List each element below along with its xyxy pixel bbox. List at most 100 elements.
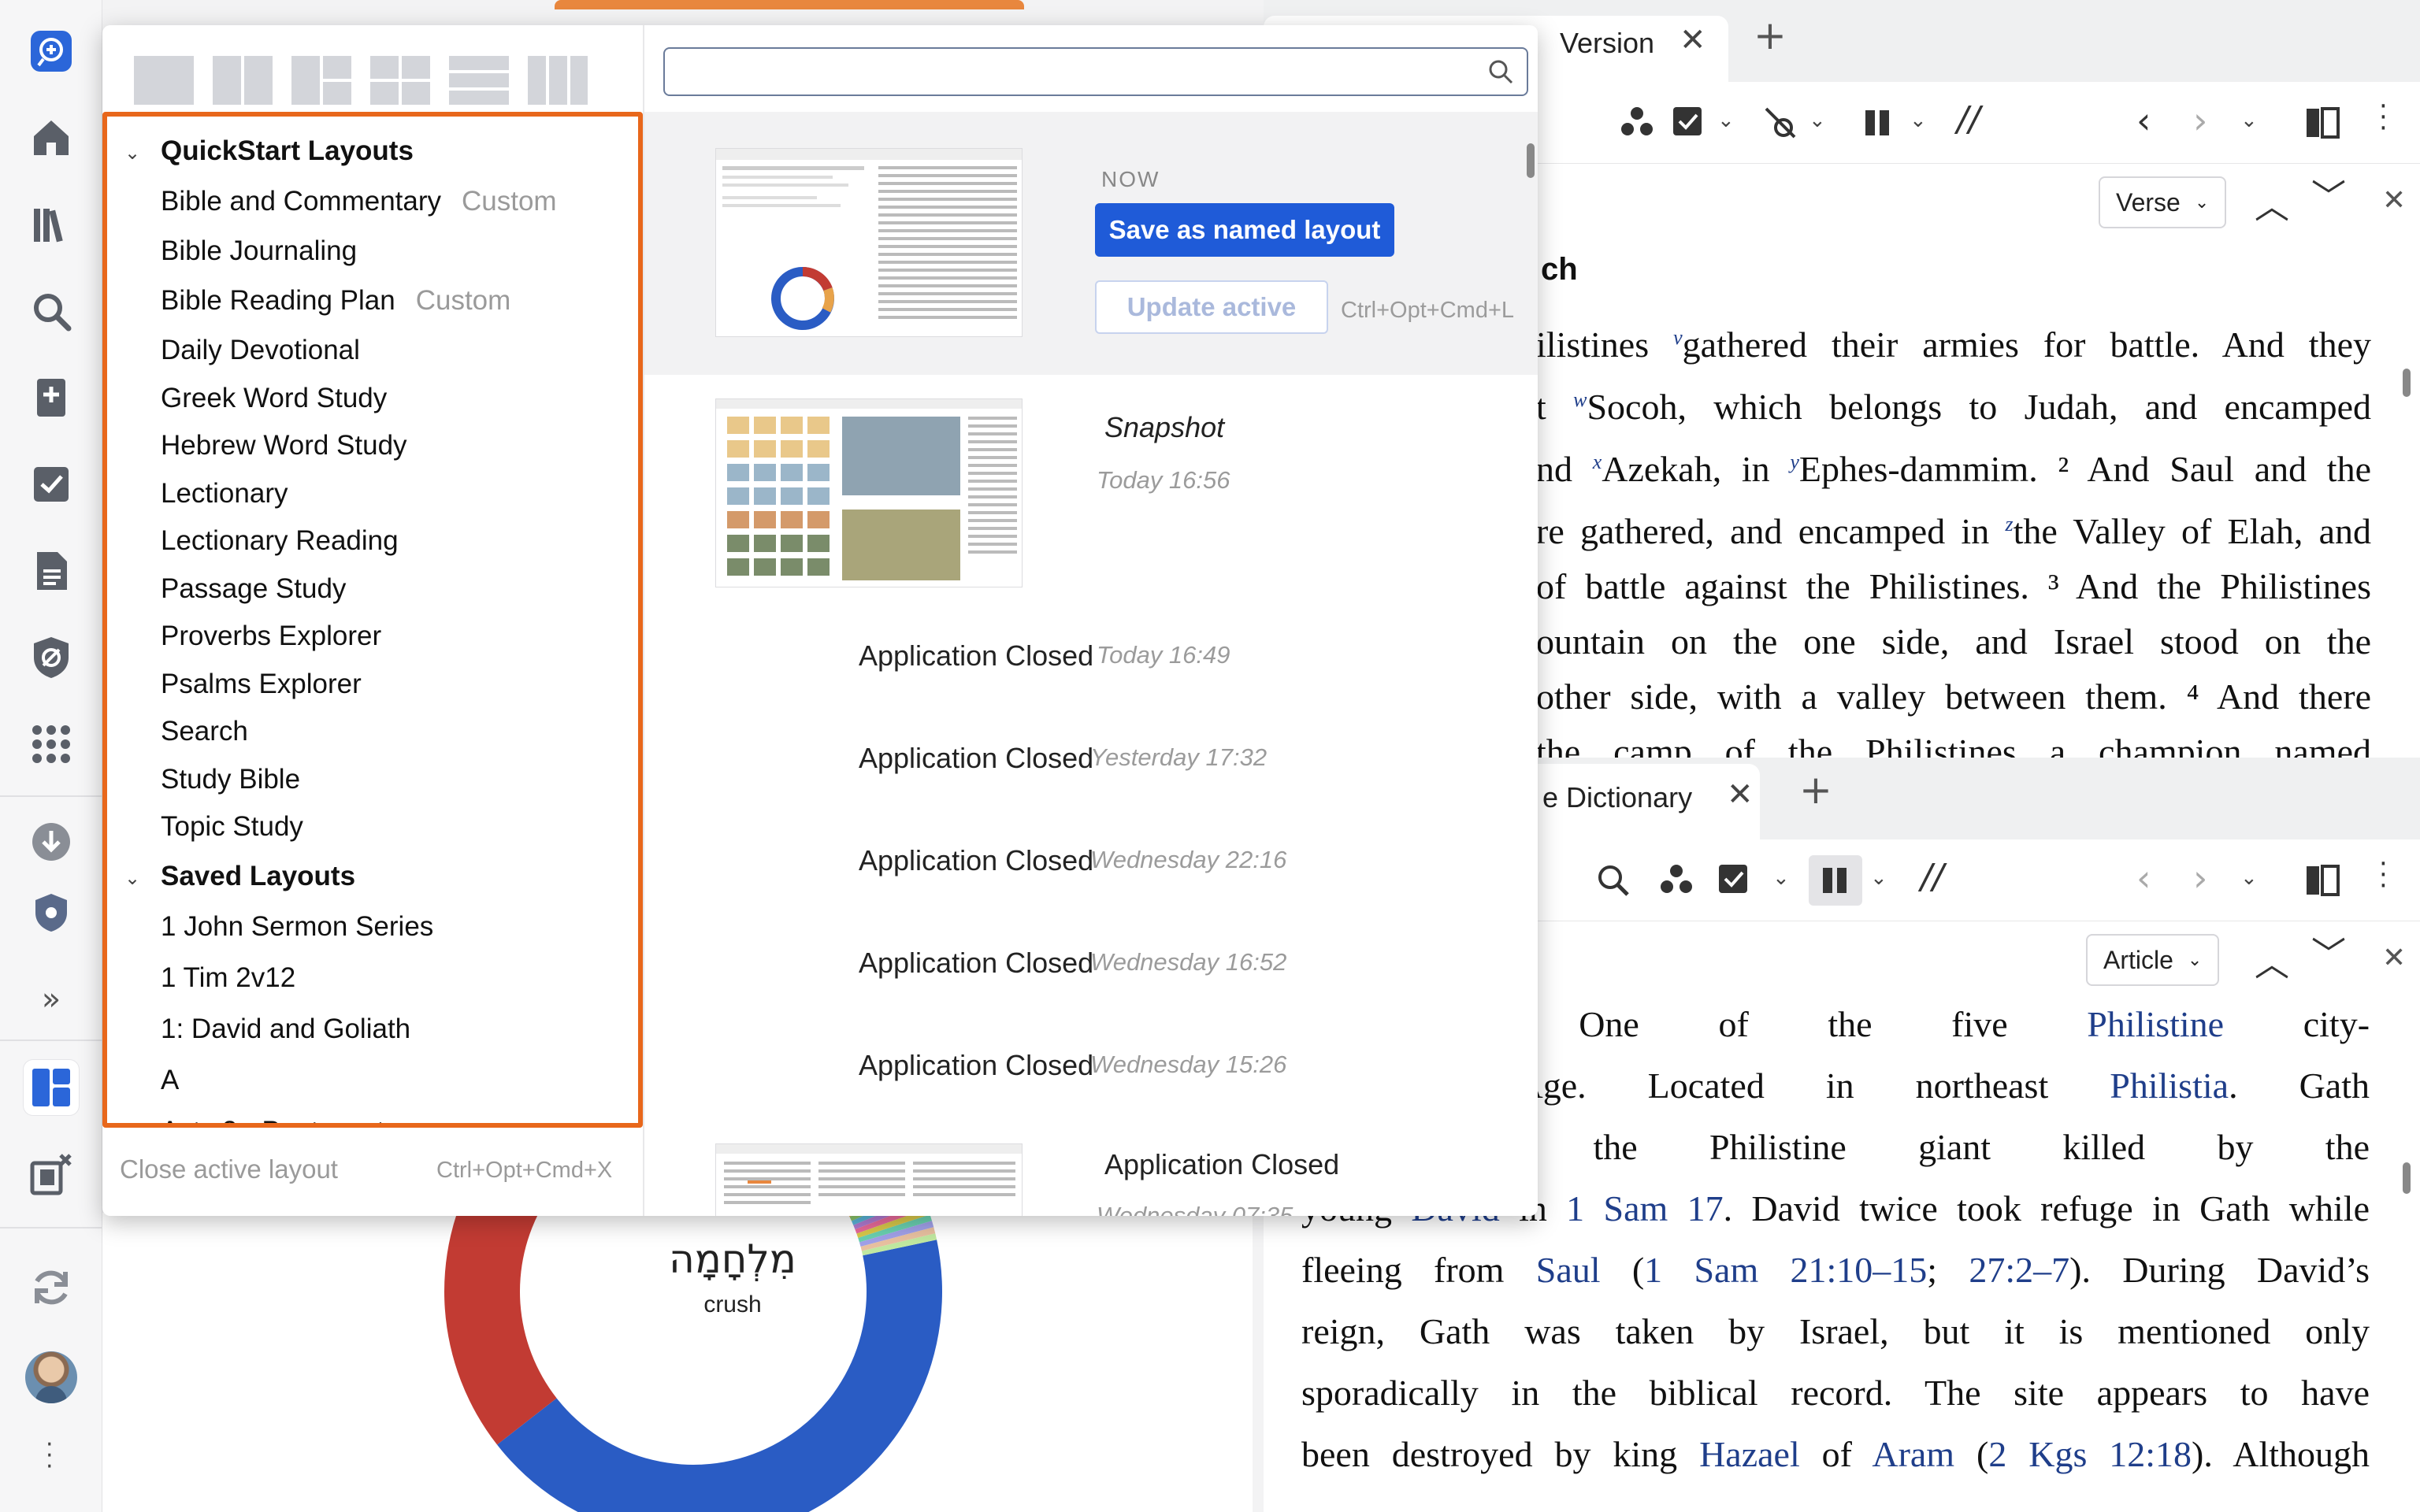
- history-row[interactable]: Application Closed Wednesday 16:52: [644, 918, 1538, 1021]
- layout-list-item[interactable]: 1 Tim 2v12: [161, 962, 295, 994]
- layout-list-item[interactable]: Greek Word Study: [161, 383, 387, 414]
- search-icon[interactable]: [1594, 862, 1632, 899]
- layout-four-pane-icon[interactable]: [369, 54, 432, 106]
- search-icon[interactable]: [24, 284, 79, 339]
- history-scrollbar[interactable]: [1527, 143, 1535, 178]
- visual-filter-icon[interactable]: [1618, 104, 1656, 142]
- notes-icon[interactable]: [24, 543, 79, 598]
- more-vertical-icon[interactable]: · · ·: [46, 1433, 54, 1479]
- history-row[interactable]: Application Closed Wednesday 22:16: [644, 816, 1538, 918]
- forward-icon[interactable]: ›: [2193, 99, 2207, 142]
- layout-list-item[interactable]: Study Bible: [161, 764, 300, 795]
- history-row[interactable]: Application Closed Wednesday 15:26: [644, 1021, 1538, 1123]
- close-tab-icon[interactable]: ✕: [1727, 776, 1754, 813]
- chevron-down-icon[interactable]: ⌄: [124, 867, 140, 889]
- layout-list-item[interactable]: Acts 2 - Pentecost: [161, 1116, 384, 1124]
- split-view-icon[interactable]: [2303, 862, 2341, 899]
- layout-list-item[interactable]: Lectionary Reading: [161, 525, 399, 557]
- layout-two-column-icon[interactable]: [211, 54, 274, 106]
- avatar[interactable]: [25, 1351, 77, 1403]
- shield-icon[interactable]: [24, 630, 79, 685]
- layouts-popover: ⌄ QuickStart Layouts Bible and Commentary C…: [102, 25, 1538, 1216]
- prev-result-icon[interactable]: ︿: [2255, 178, 2289, 228]
- article-dropdown[interactable]: Article ⌄: [2086, 934, 2220, 986]
- interlinear-icon[interactable]: //: [1957, 99, 1980, 139]
- layout-list-item[interactable]: Search: [161, 716, 248, 747]
- layout-list-item[interactable]: 1 John Sermon Series: [161, 911, 433, 943]
- layout-list-item[interactable]: Hebrew Word Study: [161, 430, 407, 461]
- verse-dropdown[interactable]: Verse ⌄: [2099, 176, 2227, 228]
- close-tab-icon[interactable]: ✕: [1680, 22, 1706, 58]
- layout-search[interactable]: [663, 47, 1528, 96]
- apps-grid-icon[interactable]: [24, 717, 79, 772]
- layout-three-column-icon[interactable]: [526, 54, 589, 106]
- layout-list-item[interactable]: Topic Study: [161, 811, 303, 843]
- history-label: Application Closed: [1104, 1148, 1340, 1180]
- history-row[interactable]: Application Closed Yesterday 17:32: [644, 713, 1538, 816]
- close-search-icon[interactable]: ✕: [2382, 942, 2406, 974]
- update-active-button[interactable]: Update active: [1095, 280, 1328, 334]
- scrollbar[interactable]: [2403, 1162, 2411, 1194]
- close-search-icon[interactable]: ✕: [2382, 184, 2406, 217]
- layout-list-item[interactable]: Proverbs Explorer: [161, 621, 381, 652]
- layout-templates: [132, 43, 589, 118]
- word-usage-donut: מִלְחָמָה crush: [102, 1213, 1253, 1512]
- interlinear-icon[interactable]: //: [1921, 857, 1944, 897]
- close-windows-icon[interactable]: [24, 1147, 79, 1202]
- history-time: Wednesday 22:16: [1090, 846, 1287, 873]
- layout-single-icon[interactable]: [132, 54, 195, 106]
- layouts-icon[interactable]: [24, 1060, 79, 1115]
- forward-icon[interactable]: ›: [2193, 857, 2207, 899]
- layout-list-item[interactable]: Bible and Commentary Custom: [161, 186, 557, 217]
- search-bubble-icon[interactable]: [24, 24, 79, 79]
- back-icon[interactable]: ‹: [2136, 99, 2151, 142]
- new-tab-icon[interactable]: +: [1754, 13, 1787, 58]
- layout-thumbnail[interactable]: [715, 398, 1023, 587]
- highlight-tool-icon[interactable]: [1761, 104, 1799, 142]
- layout-search-input[interactable]: [665, 49, 1527, 94]
- layout-list-item[interactable]: 1: David and Goliath: [161, 1014, 410, 1045]
- panel-menu-icon[interactable]: · · ·: [2379, 93, 2388, 142]
- settings-shield-icon[interactable]: [24, 885, 79, 940]
- layout-list-item[interactable]: Bible Journaling: [161, 235, 357, 267]
- layout-three-pane-icon[interactable]: [290, 54, 353, 106]
- add-document-icon[interactable]: [24, 370, 79, 425]
- checklist-tool-icon[interactable]: [1670, 104, 1708, 142]
- save-named-layout-button[interactable]: Save as named layout: [1095, 203, 1394, 257]
- checklist-icon[interactable]: [24, 457, 79, 512]
- scrollbar[interactable]: [2403, 369, 2411, 397]
- update-shortcut: Ctrl+Opt+Cmd+L: [1341, 298, 1515, 323]
- layout-list-item[interactable]: Passage Study: [161, 573, 346, 605]
- sync-icon[interactable]: [24, 1260, 79, 1315]
- history-row[interactable]: Snapshot Today 16:56: [644, 375, 1538, 611]
- new-tab-icon[interactable]: +: [1799, 767, 1832, 813]
- library-icon[interactable]: [24, 197, 79, 252]
- checklist-tool-icon[interactable]: [1716, 862, 1754, 899]
- history-row[interactable]: Application Closed Wednesday 07:35: [644, 1123, 1538, 1216]
- back-icon[interactable]: ‹: [2136, 857, 2151, 899]
- layout-thumbnail[interactable]: [715, 1143, 1023, 1216]
- layout-list-item[interactable]: Bible Reading Plan Custom: [161, 285, 510, 317]
- quickstart-header[interactable]: QuickStart Layouts: [161, 135, 414, 167]
- layout-list-item[interactable]: Daily Devotional: [161, 335, 360, 366]
- home-icon[interactable]: [24, 110, 79, 165]
- donut-slice[interactable]: [444, 1213, 557, 1445]
- layout-list-item[interactable]: Lectionary: [161, 478, 288, 510]
- layout-rows-icon[interactable]: [447, 54, 510, 106]
- parallel-icon[interactable]: [1859, 104, 1897, 142]
- panel-menu-icon[interactable]: · · ·: [2379, 850, 2388, 899]
- close-active-layout[interactable]: Close active layout: [120, 1154, 338, 1184]
- saved-layouts-header[interactable]: Saved Layouts: [161, 861, 355, 892]
- layout-list-item[interactable]: A: [161, 1065, 179, 1096]
- layout-list-item[interactable]: Psalms Explorer: [161, 669, 362, 700]
- next-result-icon[interactable]: ﹀: [2311, 169, 2346, 219]
- expand-icon[interactable]: »: [24, 972, 79, 1027]
- next-result-icon[interactable]: ﹀: [2311, 926, 2346, 976]
- split-view-icon[interactable]: [2303, 104, 2341, 142]
- layout-thumbnail[interactable]: [715, 148, 1023, 337]
- history-row[interactable]: Application Closed Today 16:49: [644, 611, 1538, 713]
- prev-result-icon[interactable]: ︿: [2255, 936, 2289, 986]
- download-icon[interactable]: [24, 814, 79, 869]
- chevron-down-icon[interactable]: ⌄: [124, 142, 140, 164]
- visual-filter-icon[interactable]: [1657, 862, 1695, 899]
